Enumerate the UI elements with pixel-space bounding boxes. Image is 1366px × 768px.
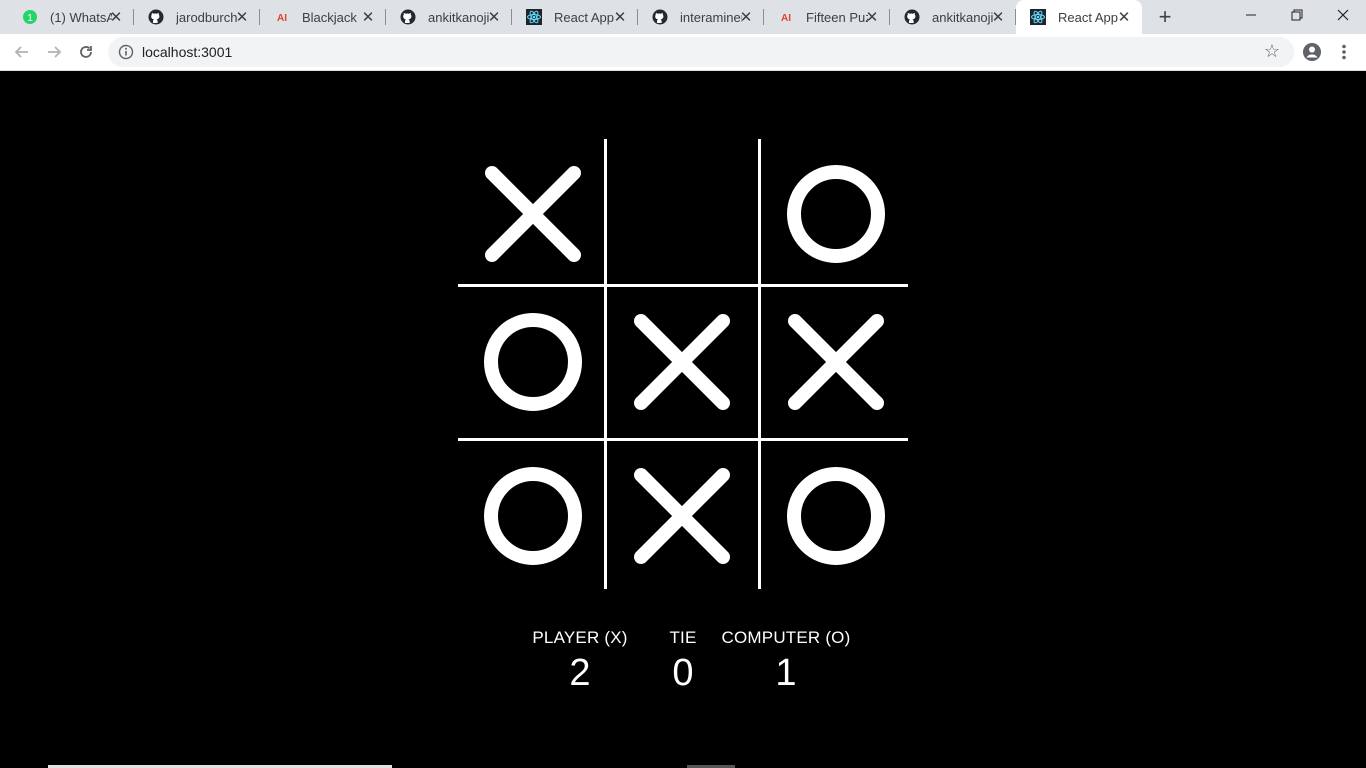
tab-github-jarodburchill[interactable]: jarodburchill ✕: [134, 0, 260, 34]
close-tab-icon[interactable]: ✕: [107, 8, 125, 26]
board-cell-4[interactable]: [607, 287, 757, 437]
o-mark-icon: [484, 313, 582, 411]
new-tab-button[interactable]: +: [1153, 4, 1177, 29]
x-mark-icon: [485, 166, 581, 262]
tab-strip: 1 (1) WhatsApp ✕ jarodburchill ✕ AI Blac…: [0, 0, 1366, 34]
profile-avatar-icon[interactable]: [1300, 40, 1324, 64]
tab-title: ankitkanojia: [428, 9, 490, 25]
react-icon: [526, 9, 542, 25]
board-cell-1[interactable]: [607, 139, 757, 289]
forward-arrow-icon: [48, 46, 62, 58]
bookmark-star-icon[interactable]: ☆: [1264, 41, 1280, 62]
github-icon: [652, 9, 668, 25]
tic-tac-toe-board: [458, 139, 908, 589]
close-tab-icon[interactable]: ✕: [863, 8, 881, 26]
whatsapp-icon: 1: [22, 9, 38, 25]
board-cell-8[interactable]: [761, 441, 911, 591]
board-cell-5[interactable]: [761, 287, 911, 437]
board-cell-7[interactable]: [607, 441, 757, 591]
restore-button[interactable]: [1274, 0, 1320, 30]
computer-score-label: COMPUTER (O): [721, 628, 851, 647]
close-tab-icon[interactable]: ✕: [611, 8, 629, 26]
board-cell-0[interactable]: [458, 139, 608, 289]
board-cell-6[interactable]: [458, 441, 608, 591]
github-icon: [400, 9, 416, 25]
minimize-button[interactable]: [1228, 0, 1274, 30]
github-icon: [148, 9, 164, 25]
tab-title: ankitkanojia: [932, 9, 994, 25]
player-score-value: 2: [569, 652, 591, 694]
player-score-label: PLAYER (X): [532, 628, 628, 647]
tab-github-interaminense[interactable]: interaminense ✕: [638, 0, 764, 34]
tab-title: React App: [1058, 9, 1118, 25]
back-arrow-icon: [14, 46, 28, 58]
info-icon[interactable]: [118, 44, 134, 60]
react-icon: [1030, 9, 1046, 25]
svg-text:1: 1: [27, 13, 33, 24]
o-mark-icon: [787, 467, 885, 565]
tab-title: jarodburchill: [176, 9, 238, 25]
address-text: localhost:3001: [142, 44, 233, 60]
forward-button[interactable]: [42, 40, 66, 64]
tab-whatsapp[interactable]: 1 (1) WhatsApp ✕: [8, 0, 134, 34]
tie-score-label: TIE: [669, 628, 697, 647]
close-tab-icon[interactable]: ✕: [737, 8, 755, 26]
tab-title: Fifteen Puzzle: [806, 9, 868, 25]
x-mark-icon: [788, 314, 884, 410]
close-tab-icon[interactable]: ✕: [359, 8, 377, 26]
close-tab-icon[interactable]: ✕: [233, 8, 251, 26]
board-cell-2[interactable]: [761, 139, 911, 289]
o-mark-icon: [484, 467, 582, 565]
ai-logo-icon: AI: [274, 9, 290, 25]
back-button[interactable]: [10, 40, 34, 64]
tab-title: Blackjack: [302, 9, 357, 25]
browser-chrome: 1 (1) WhatsApp ✕ jarodburchill ✕ AI Blac…: [0, 0, 1366, 71]
browser-toolbar: localhost:3001 ☆: [0, 34, 1366, 71]
tab-github-ankitkanojia[interactable]: ankitkanojia ✕: [386, 0, 512, 34]
reload-icon: [80, 46, 92, 58]
svg-text:AI: AI: [277, 13, 287, 24]
score-tie: TIE 0: [643, 628, 723, 695]
board-cell-3[interactable]: [458, 287, 608, 437]
close-window-button[interactable]: [1320, 0, 1366, 30]
computer-score-value: 1: [775, 652, 797, 694]
svg-text:AI: AI: [781, 13, 791, 24]
x-mark-icon: [634, 314, 730, 410]
close-tab-icon[interactable]: ✕: [989, 8, 1007, 26]
tab-title: (1) WhatsApp: [50, 9, 112, 25]
github-icon: [904, 9, 920, 25]
score-player: PLAYER (X) 2: [520, 628, 640, 695]
ai-logo-icon: AI: [778, 9, 794, 25]
more-menu-icon[interactable]: [1334, 40, 1354, 64]
tab-blackjack[interactable]: AI Blackjack ✕: [260, 0, 386, 34]
x-mark-icon: [634, 468, 730, 564]
address-bar[interactable]: localhost:3001 ☆: [108, 37, 1294, 67]
tab-react-app[interactable]: React App ✕: [512, 0, 638, 34]
tab-github-ankitkanojia-2[interactable]: ankitkanojia ✕: [890, 0, 1016, 34]
tab-fifteen-puzzle[interactable]: AI Fifteen Puzzle ✕: [764, 0, 890, 34]
tab-title: React App: [554, 9, 614, 25]
tab-title: interaminense: [680, 9, 742, 25]
close-tab-icon[interactable]: ✕: [485, 8, 503, 26]
tie-score-value: 0: [672, 652, 694, 694]
tab-react-app-active[interactable]: React App ✕: [1016, 0, 1142, 34]
close-tab-icon[interactable]: ✕: [1115, 8, 1133, 26]
reload-button[interactable]: [74, 40, 98, 64]
score-computer: COMPUTER (O) 1: [716, 628, 856, 695]
o-mark-icon: [787, 165, 885, 263]
